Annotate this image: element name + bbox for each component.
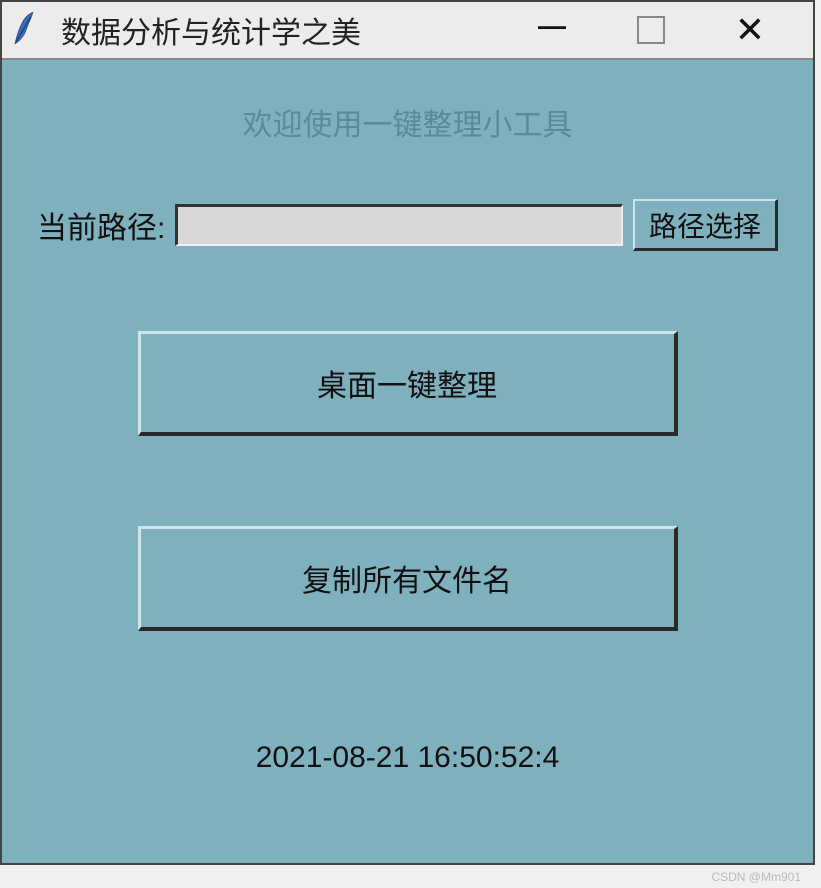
- path-input[interactable]: [175, 204, 623, 246]
- minimize-button[interactable]: —: [527, 10, 577, 50]
- browse-button[interactable]: 路径选择: [633, 199, 778, 251]
- maximize-button[interactable]: [637, 16, 665, 44]
- welcome-label: 欢迎使用一键整理小工具: [37, 100, 778, 144]
- app-icon: [10, 10, 42, 50]
- path-label: 当前路径:: [37, 203, 165, 247]
- desktop-cleanup-button[interactable]: 桌面一键整理: [138, 331, 678, 436]
- feather-icon: [10, 10, 38, 46]
- titlebar: 数据分析与统计学之美 — ✕: [2, 2, 813, 60]
- window-controls: — ✕: [527, 10, 805, 50]
- timestamp-label: 2021-08-21 16:50:52:4: [37, 741, 778, 775]
- watermark: CSDN @Mm901: [711, 870, 801, 884]
- copy-filenames-button[interactable]: 复制所有文件名: [138, 526, 678, 631]
- main-window: 数据分析与统计学之美 — ✕ 欢迎使用一键整理小工具 当前路径: 路径选择 桌面…: [0, 0, 815, 865]
- close-button[interactable]: ✕: [725, 10, 775, 50]
- window-title: 数据分析与统计学之美: [57, 8, 527, 52]
- path-row: 当前路径: 路径选择: [37, 199, 778, 251]
- client-area: 欢迎使用一键整理小工具 当前路径: 路径选择 桌面一键整理 复制所有文件名 20…: [2, 60, 813, 863]
